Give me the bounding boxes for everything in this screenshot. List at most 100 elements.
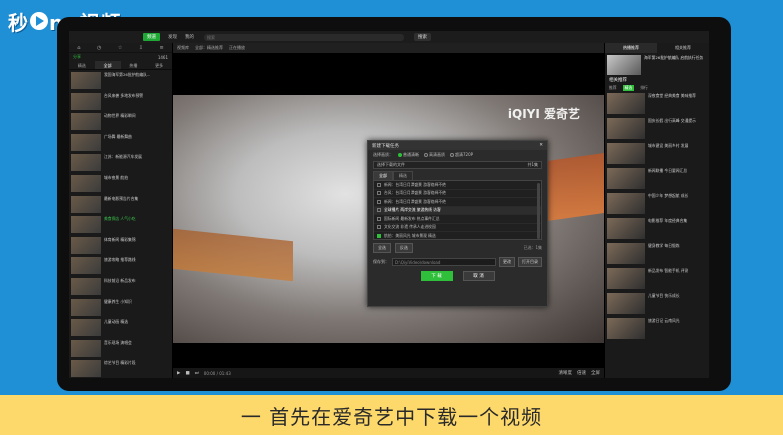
dialog-close-icon[interactable]: ✕ [539,143,543,148]
list-item[interactable]: 最新电影预告片合集 [71,195,170,215]
episode-title: 台风：台湾日月潭盛景 游客络绎不绝 [384,190,446,196]
video-thumbnail [71,133,101,151]
next-icon[interactable]: ⏭ [195,370,199,376]
list-item-title: 旅游攻略 推荐路线 [104,257,136,263]
right-video-list: 深夜食堂 经典美食 美味推荐国庆长假 出行高峰 交通提示城市建设 美丽乡村 发展… [605,92,709,340]
list-item[interactable]: 新闻联播 今日要闻汇总 [605,167,709,190]
speed-button[interactable]: 倍速 [577,370,586,376]
episode-tab[interactable]: 全部 [373,171,393,180]
select-all-button[interactable]: 全选 [373,243,391,253]
right-tab[interactable]: 热播推荐 [605,43,657,53]
list-item[interactable]: 深夜食堂 经典美食 美味推荐 [605,92,709,115]
left-video-list: 我国海军第26批护航编队... 台风来袭 多地发布预警 动物世界 精彩瞬间 广场舞 最… [69,70,172,378]
left-icon-bar: ⌂ ◷ ☆ ⇩ ≡ [69,43,172,53]
home-icon[interactable]: ⌂ [77,45,80,51]
video-thumbnail [71,174,101,192]
download-button[interactable]: 下 载 [420,271,453,281]
list-item[interactable]: 台风来袭 多地发布预警 [71,92,170,112]
open-folder-button[interactable]: 打开目录 [518,257,542,267]
cancel-button[interactable]: 取 消 [462,271,495,281]
list-item-title: 新品发布 智能手机 评测 [648,268,689,273]
list-item-title: 健康养生 小知识 [104,298,132,304]
left-tab[interactable]: 热播 [121,61,147,69]
quality-button[interactable]: 清晰度 [559,370,573,376]
list-item[interactable]: 中国少年 梦想起航 成长 [605,192,709,215]
list-item[interactable]: 城市夜景 航拍 [71,174,170,194]
right-subtab[interactable]: 推荐 [609,85,617,91]
list-item[interactable]: 音乐现场 演唱会 [71,339,170,359]
episode-row[interactable]: 全球播片 两岸交流 旅游热线 访客 [374,206,541,215]
video-thumbnail [71,319,101,337]
episode-checkbox[interactable] [377,216,381,221]
episode-row[interactable]: 国际新闻 最新发布 热点事件汇总 [374,215,541,224]
episode-checkbox[interactable] [377,233,381,238]
list-item[interactable]: 体育新闻 精彩集锦 [71,236,170,256]
list-item[interactable]: 新品发布 智能手机 评测 [605,267,709,290]
left-tab[interactable]: 精选 [69,61,95,69]
quality-option[interactable]: 普通清晰 [398,152,419,158]
list-item[interactable]: 我国海军第26批护航编队... [71,72,170,91]
episode-checkbox[interactable] [377,208,381,213]
right-panel: 热播推荐 相关推荐 海军第26批护航编队 启航执行任务 相关推荐 推荐 精选 排… [604,43,709,378]
episode-row[interactable]: 台风：台湾日月潭盛景 游客络绎不绝 [374,190,541,198]
list-item[interactable]: 国庆长假 出行高峰 交通提示 [605,117,709,140]
save-path-input[interactable]: D:\QiyiVideo\download [392,258,496,266]
featured-video[interactable]: 海军第26批护航编队 启航执行任务 [605,53,709,75]
episode-row[interactable]: 文化交流 非遗 传承人走进校园 [374,224,541,232]
left-tab[interactable]: 全部 [94,61,121,69]
list-item[interactable]: 美食探店 人气小吃 [71,216,170,235]
list-item[interactable]: 电影推荐 年度经典合集 [605,217,709,240]
video-thumbnail [607,243,645,264]
list-item[interactable]: 动物世界 精彩瞬间 [71,113,170,132]
quality-option[interactable]: 超清720P [450,152,473,158]
list-item-title: 国庆长假 出行高峰 交通提示 [648,118,696,123]
left-tab[interactable]: 更多 [146,61,172,69]
right-subtab[interactable]: 排行 [640,85,648,91]
file-select[interactable]: 选择下载的文件 共1集 [373,161,542,169]
nav-discover[interactable]: 发现 [168,34,177,40]
list-item[interactable]: 旅游日记 云南风光 [605,317,709,340]
history-icon[interactable]: ◷ [97,45,101,51]
episode-checkbox[interactable] [377,199,381,204]
video-thumbnail [71,154,101,172]
list-item[interactable]: 江苏：新能源汽车发展 [71,154,170,173]
right-tab[interactable]: 相关推荐 [657,43,709,53]
menu-icon[interactable]: ≡ [160,45,164,51]
download-icon[interactable]: ⇩ [139,45,143,51]
left-tabs: 精选 全部 热播 更多 [69,61,172,70]
episode-title: 文化交流 非遗 传承人走进校园 [384,224,436,230]
episode-row[interactable]: 新闻：台湾日月潭盛景 游客络绎不绝 [374,181,541,190]
stop-icon[interactable]: ■ [185,371,189,376]
search-button[interactable]: 搜索 [414,33,431,41]
search-input[interactable]: 搜索 [204,33,404,41]
list-item[interactable]: 健康养生 小知识 [71,298,170,318]
list-item[interactable]: 旅游攻略 推荐路线 [71,257,170,276]
star-icon[interactable]: ☆ [118,45,122,51]
episode-checkbox[interactable] [377,191,381,196]
right-subtab[interactable]: 精选 [622,85,635,91]
episode-row[interactable]: 新闻：台湾日月潭盛景 游客络绎不绝 [374,198,541,207]
list-item[interactable]: 儿童动画 精选 [71,319,170,338]
episode-checkbox[interactable] [377,182,381,187]
play-button-icon[interactable]: ▶ [177,371,180,376]
quality-option[interactable]: 高清画质 [424,152,445,158]
episode-tab[interactable]: 精选 [393,171,413,180]
list-item[interactable]: 儿童节目 快乐成长 [605,292,709,315]
top-bar: 频道 发现 我的 搜索 搜索 登录 开通VIP — ✕ [69,31,709,378]
nav-mine[interactable]: 我的 [185,34,194,40]
list-item[interactable]: 广场舞 最新舞曲 [71,133,170,153]
featured-title: 海军第26批护航编队 启航执行任务 [644,55,704,60]
episode-title: 全球播片 两岸交流 旅游热线 访客 [384,207,441,213]
episode-row[interactable]: 航拍：美丽风光 城市景观 精选 [374,232,541,241]
list-item[interactable]: 科技前沿 新品发布 [71,277,170,297]
fullscreen-button[interactable]: 全屏 [591,370,600,376]
episode-checkbox[interactable] [377,225,381,230]
list-item[interactable]: 城市建设 美丽乡村 发展 [605,142,709,165]
list-item[interactable]: 健身教学 每日锻炼 [605,242,709,265]
episode-scrollbar[interactable] [537,183,540,239]
channel-button[interactable]: 频道 [143,33,160,41]
change-path-button[interactable]: 更改 [499,257,515,267]
right-subtabs: 推荐 精选 排行 [605,84,709,92]
invert-select-button[interactable]: 反选 [395,243,413,253]
list-item[interactable]: 综艺节目 精彩片段 [71,360,170,378]
